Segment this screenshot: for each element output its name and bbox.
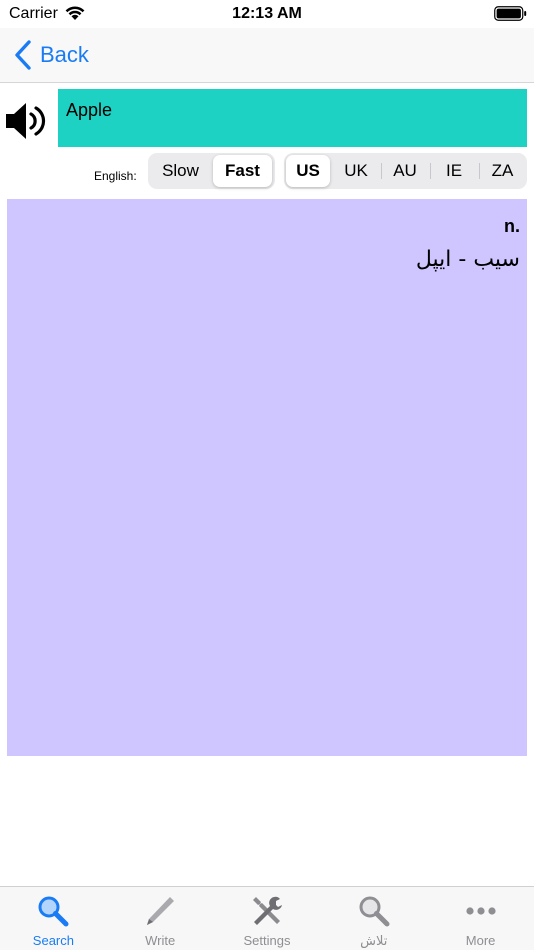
tab-more[interactable]: More [427,887,534,950]
tab-settings-label: Settings [243,933,291,948]
speed-segmented-control: Slow Fast [148,153,275,189]
magnifier-icon [359,896,390,927]
speed-fast-segment[interactable]: Fast [213,155,272,187]
accent-us-segment[interactable]: US [286,155,330,187]
back-label: Back [40,42,89,67]
battery-icon [494,6,527,21]
tab-search-label: Search [32,933,74,948]
accent-uk-segment[interactable]: UK [333,155,379,187]
ellipsis-icon [465,907,496,915]
chevron-left-icon [15,40,31,70]
magnifier-icon [38,896,69,927]
back-button[interactable]: Back [14,39,89,71]
tab-write-label: Write [145,933,176,948]
accent-za-segment[interactable]: ZA [480,155,525,187]
tools-icon [252,896,282,925]
accent-segmented-control: US UK AU IE ZA [284,153,527,189]
part-of-speech: n. [504,216,520,236]
tab-more-label: More [465,933,496,948]
speed-slow-segment[interactable]: Slow [150,155,211,187]
navigation-bar: Back [0,28,534,83]
accent-au-segment[interactable]: AU [382,155,428,187]
status-bar: Carrier 12:13 AM [0,0,534,28]
definition-panel: n. سیب - ایپل [7,199,527,756]
tab-write[interactable]: Write [107,887,214,950]
tab-bar: Search Write Settings تلاش More [0,886,534,950]
tab-talash[interactable]: تلاش [320,887,427,950]
tab-settings[interactable]: Settings [214,887,321,950]
english-label: English: [94,169,137,183]
tab-talash-label: تلاش [360,933,388,948]
speaker-icon[interactable] [4,100,48,142]
word-display[interactable]: Apple [58,89,527,147]
accent-ie-segment[interactable]: IE [431,155,477,187]
definition-meaning: سیب - ایپل [415,247,520,272]
word-text: Apple [66,100,113,120]
status-time: 12:13 AM [232,5,302,22]
pencil-icon [147,897,175,925]
tab-search[interactable]: Search [0,887,107,950]
